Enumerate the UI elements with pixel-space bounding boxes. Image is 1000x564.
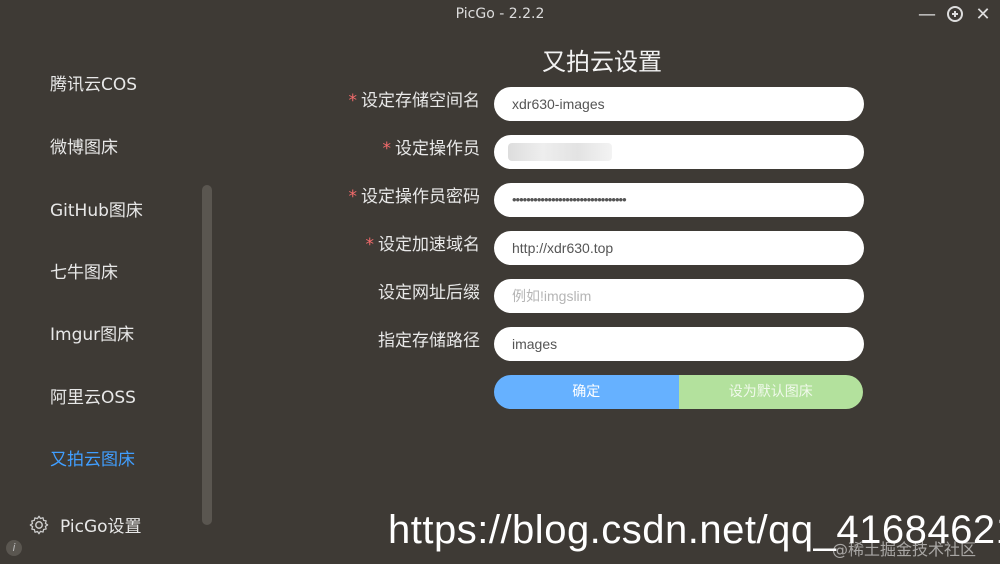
sidebar-scrollbar[interactable] — [202, 185, 212, 525]
domain-input[interactable]: http://xdr630.top — [494, 231, 864, 265]
window-controls: — ✕ — [916, 4, 994, 25]
bucket-label: 设定存储空间名 — [361, 91, 480, 111]
minimize-icon[interactable]: — — [916, 4, 938, 25]
plus-circle-icon[interactable] — [944, 4, 966, 24]
page-title: 又拍云设置 — [542, 48, 662, 76]
close-icon[interactable]: ✕ — [972, 4, 994, 25]
form-row-password: * 设定操作员密码 •••••••••••••••••••••••••••••••… — [330, 183, 870, 219]
form-row-path: 指定存储路径 images — [330, 327, 870, 363]
watermark-community: @稀土掘金技术社区 — [832, 540, 977, 559]
suffix-input[interactable]: 例如!imgslim — [494, 279, 864, 313]
title-bar: PicGo - 2.2.2 — [0, 0, 1000, 28]
form-row-suffix: 设定网址后缀 例如!imgslim — [330, 279, 870, 315]
path-input[interactable]: images — [494, 327, 864, 361]
path-label: 指定存储路径 — [378, 331, 480, 351]
required-mark: * — [382, 139, 392, 159]
sidebar-item-weibo[interactable]: 微博图床 — [50, 133, 118, 158]
action-buttons: 确定 设为默认图床 — [494, 375, 863, 409]
operator-label: 设定操作员 — [395, 139, 480, 159]
sidebar-item-tencent-cos[interactable]: 腾讯云COS — [50, 70, 137, 95]
domain-label: 设定加速域名 — [378, 235, 480, 255]
sidebar-item-upyun[interactable]: 又拍云图床 — [50, 445, 135, 470]
window-title: PicGo - 2.2.2 — [455, 6, 545, 22]
confirm-button[interactable]: 确定 — [494, 375, 679, 409]
redacted-value — [508, 143, 612, 161]
sidebar-item-aliyun-oss[interactable]: 阿里云OSS — [50, 383, 136, 408]
bucket-input[interactable]: xdr630-images — [494, 87, 864, 121]
set-default-button[interactable]: 设为默认图床 — [678, 375, 863, 409]
required-mark: * — [348, 187, 358, 207]
form-row-operator: * 设定操作员 — [330, 135, 870, 171]
sidebar-item-imgur[interactable]: Imgur图床 — [50, 320, 134, 345]
settings-label: PicGo设置 — [60, 517, 142, 537]
suffix-label: 设定网址后缀 — [378, 283, 480, 303]
sidebar-item-github[interactable]: GitHub图床 — [50, 196, 143, 221]
password-input[interactable]: •••••••••••••••••••••••••••••••• — [494, 183, 864, 217]
gear-icon — [29, 515, 49, 534]
form-row-bucket: * 设定存储空间名 xdr630-images — [330, 87, 870, 123]
operator-input[interactable] — [494, 135, 864, 169]
sidebar-item-qiniu[interactable]: 七牛图床 — [50, 258, 118, 283]
sidebar — [0, 40, 200, 564]
info-icon[interactable]: i — [6, 540, 22, 556]
password-label: 设定操作员密码 — [361, 187, 480, 207]
required-mark: * — [365, 235, 375, 255]
form-row-domain: * 设定加速域名 http://xdr630.top — [330, 231, 870, 267]
sidebar-item-picgo-settings[interactable]: PicGo设置 — [28, 512, 142, 537]
required-mark: * — [348, 91, 358, 111]
